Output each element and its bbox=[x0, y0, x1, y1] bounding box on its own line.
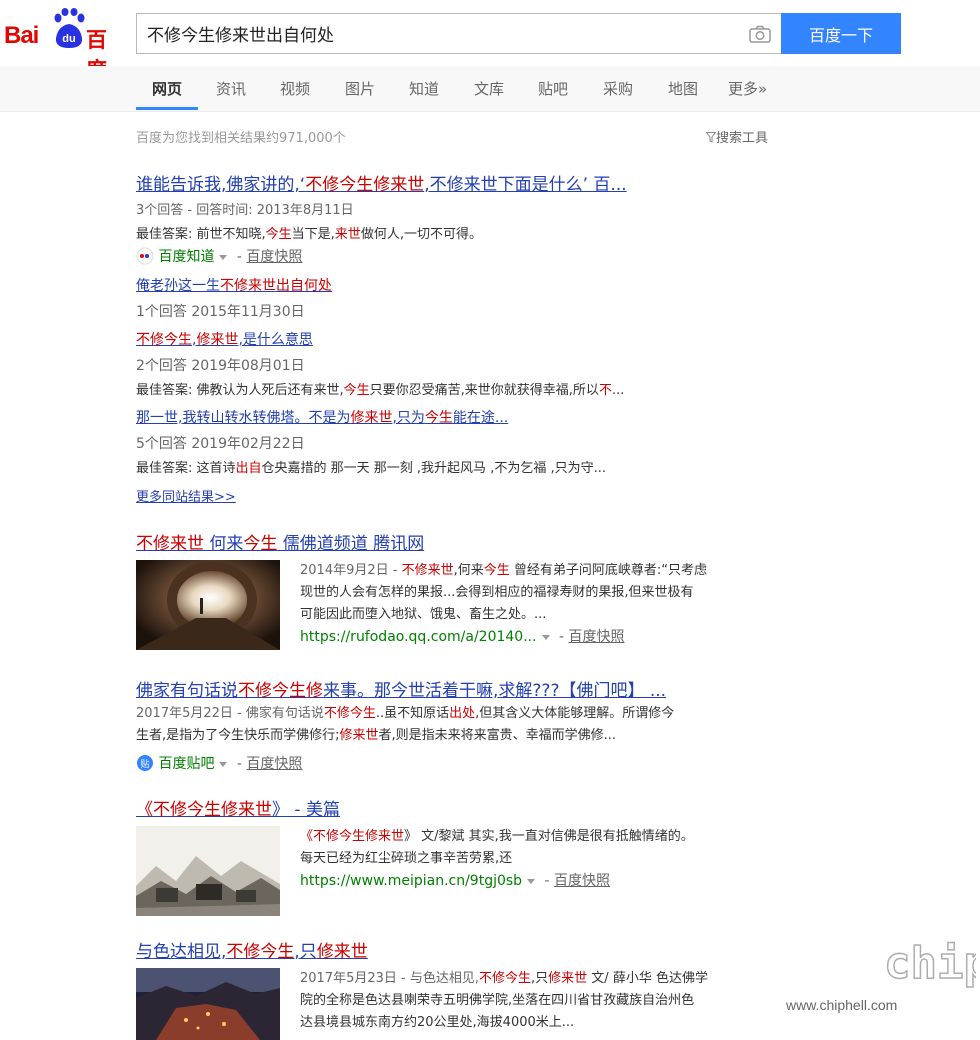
result-4-url[interactable]: https://www.meipian.cn/9tgj0sb bbox=[300, 873, 522, 889]
result-1-sub-1-info: 1个回答 2015年11月30日 bbox=[136, 304, 305, 320]
result-4-snippet-line-2: 每天已经为红尘碎琐之事辛苦劳累,还 bbox=[300, 851, 513, 866]
result-2-url-row: https://rufodao.qq.com/a/20140... - 百度快照 bbox=[300, 629, 625, 645]
result-2-url[interactable]: https://rufodao.qq.com/a/20140... bbox=[300, 629, 537, 645]
header: Bai du 百度 百度一下 bbox=[0, 0, 980, 82]
search-tools[interactable]: 搜索工具 bbox=[705, 127, 769, 146]
svg-text:du: du bbox=[62, 33, 75, 45]
result-4-title[interactable]: 《不修今生修来世》 - 美篇 bbox=[136, 795, 340, 820]
watermark-logo: chip hell bbox=[884, 938, 976, 989]
result-1-source-row: 百度知道 - 百度快照 bbox=[136, 246, 302, 266]
baidu-zhidao-icon bbox=[136, 247, 154, 265]
result-2-thumbnail[interactable] bbox=[136, 560, 280, 650]
search-box[interactable] bbox=[136, 13, 781, 54]
logo-bai: Bai bbox=[4, 22, 39, 49]
paw-icon: du bbox=[54, 8, 85, 48]
result-4-snippet-line-1: 《不修今生修来世》 文/黎斌 其实,我一直对信佛是很有抵触情绪的。 bbox=[300, 829, 694, 844]
dropdown-arrow-icon[interactable] bbox=[541, 634, 550, 640]
active-tab-indicator bbox=[136, 107, 198, 110]
result-2-snippet-line-1: 2014年9月2日 - 不修来世,何来今生 曾经有弟子问阿底峡尊者:“只考虑 bbox=[300, 563, 708, 578]
tab-zhidao[interactable]: 知道 bbox=[409, 78, 439, 99]
result-1-sub-1-title[interactable]: 俺老孙这一生不修来世出自何处 bbox=[136, 275, 332, 295]
result-1-sub-2-answer: 最佳答案: 佛教认为人死后还有来世,今生只要你忍受痛苦,来世你就获得幸福,所以不… bbox=[136, 383, 625, 398]
result-count: 百度为您找到相关结果约971,000个 bbox=[136, 131, 346, 146]
tab-shopping[interactable]: 采购 bbox=[603, 78, 633, 99]
camera-icon[interactable] bbox=[749, 25, 771, 43]
result-5-snippet-line-1: 2017年5月23日 - 与色达相见,不修今生,只修来世 文/ 薛小华 色达佛学 bbox=[300, 971, 708, 986]
result-5-title[interactable]: 与色达相见,不修今生,只修来世 bbox=[136, 937, 368, 962]
result-1-title[interactable]: 谁能告诉我,佛家讲的,‘不修今生修来世,不修来世下面是什么’ 百... bbox=[136, 170, 627, 195]
result-4-url-row: https://www.meipian.cn/9tgj0sb - 百度快照 bbox=[300, 873, 611, 889]
dropdown-arrow-icon[interactable] bbox=[219, 761, 228, 767]
result-3-snippet-line-2: 生者,是指为了今生快乐而学佛修行;修来世者,则是指未来将来富贵、幸福而学佛修..… bbox=[136, 728, 617, 743]
result-1-sub-2-title[interactable]: 不修今生,修来世,是什么意思 bbox=[136, 329, 313, 349]
baidu-logo[interactable]: Bai du 百度 bbox=[4, 8, 126, 82]
tab-images[interactable]: 图片 bbox=[345, 78, 375, 99]
result-5-snippet-line-3: 达县境县城东南方约20公里处,海拔4000米上... bbox=[300, 1015, 575, 1030]
tab-news[interactable]: 资讯 bbox=[216, 78, 246, 99]
search-tools-label: 搜索工具 bbox=[716, 131, 769, 146]
search-input[interactable] bbox=[137, 14, 717, 53]
result-4-thumbnail[interactable] bbox=[136, 826, 280, 916]
result-5-snippet-line-2: 院的全称是色达县喇荣寺五明佛学院,坐落在四川省甘孜藏族自治州色 bbox=[300, 993, 695, 1008]
result-5-snippet: 2017年5月23日 - 与色达相见,不修今生,只修来世 文/ 薛小华 色达佛学… bbox=[300, 968, 780, 1034]
result-3-snippet: 2017年5月22日 - 佛家有句话说不修今生..虽不知原话出处,但其含义大体能… bbox=[136, 703, 786, 747]
tab-wenku[interactable]: 文库 bbox=[474, 78, 504, 99]
snapshot-link[interactable]: 百度快照 bbox=[569, 629, 625, 645]
search-button[interactable]: 百度一下 bbox=[781, 13, 901, 54]
snapshot-link[interactable]: 百度快照 bbox=[246, 249, 302, 265]
tab-video[interactable]: 视频 bbox=[280, 78, 310, 99]
filter-icon bbox=[705, 132, 717, 143]
tab-more[interactable]: 更多» bbox=[728, 78, 767, 99]
result-2-title[interactable]: 不修来世 何来今生 儒佛道频道 腾讯网 bbox=[136, 529, 424, 554]
result-2-snippet: 2014年9月2日 - 不修来世,何来今生 曾经有弟子问阿底峡尊者:“只考虑 现… bbox=[300, 560, 780, 648]
result-4-snippet: 《不修今生修来世》 文/黎斌 其实,我一直对信佛是很有抵触情绪的。 每天已经为红… bbox=[300, 826, 780, 892]
result-5-thumbnail[interactable] bbox=[136, 968, 280, 1040]
source-baidu-tieba[interactable]: 百度贴吧 bbox=[158, 756, 214, 772]
dropdown-arrow-icon[interactable] bbox=[527, 878, 536, 884]
chiphell-watermark: chip hell www.chiphell.com bbox=[760, 920, 980, 1036]
result-3-snippet-line-1: 2017年5月22日 - 佛家有句话说不修今生..虽不知原话出处,但其含义大体能… bbox=[136, 706, 675, 721]
baidu-tieba-icon: 贴 bbox=[137, 755, 153, 771]
source-baidu-zhidao[interactable]: 百度知道 bbox=[158, 249, 214, 265]
result-1-sub-3-info: 5个回答 2019年02月22日 bbox=[136, 436, 305, 452]
tab-tieba[interactable]: 贴吧 bbox=[538, 78, 568, 99]
result-1-sub-3-title[interactable]: 那一世,我转山转水转佛塔。不是为修来世,只为今生能在途... bbox=[136, 407, 508, 427]
result-1-sub-3-answer: 最佳答案: 这首诗出自仓央嘉措的 那一天 那一刻 ,我升起风马 ,不为乞福 ,只… bbox=[136, 461, 606, 476]
result-1-sub-2-info: 2个回答 2019年08月01日 bbox=[136, 358, 305, 374]
result-3-title[interactable]: 佛家有句话说不修今生修来事。那今世活着干嘛,求解???【佛门吧】 ... bbox=[136, 676, 666, 701]
result-3-source-row: 贴 百度贴吧 - 百度快照 bbox=[136, 753, 302, 773]
tab-web[interactable]: 网页 bbox=[152, 78, 182, 99]
watermark-url: www.chiphell.com bbox=[785, 997, 897, 1013]
tab-map[interactable]: 地图 bbox=[668, 78, 698, 99]
svg-text:贴: 贴 bbox=[140, 758, 149, 770]
tab-bar: 网页 资讯 视频 图片 知道 文库 贴吧 采购 地图 更多» bbox=[0, 66, 980, 112]
result-1-answer: 最佳答案: 前世不知晓,今生当下是,来世做何人,一切不可得。 bbox=[136, 227, 482, 242]
result-1-info: 3个回答 - 回答时间: 2013年8月11日 bbox=[136, 203, 354, 218]
dropdown-arrow-icon[interactable] bbox=[219, 254, 228, 260]
result-2-snippet-line-2: 现世的人会有怎样的果报...会得到相应的福禄寿财的果报,但来世极有 bbox=[300, 585, 694, 600]
more-same-site-link[interactable]: 更多同站结果>> bbox=[136, 486, 236, 505]
result-2-snippet-line-3: 可能因此而堕入地狱、饿鬼、畜生之处。... bbox=[300, 607, 547, 622]
snapshot-link[interactable]: 百度快照 bbox=[554, 873, 610, 889]
snapshot-link[interactable]: 百度快照 bbox=[246, 756, 302, 772]
